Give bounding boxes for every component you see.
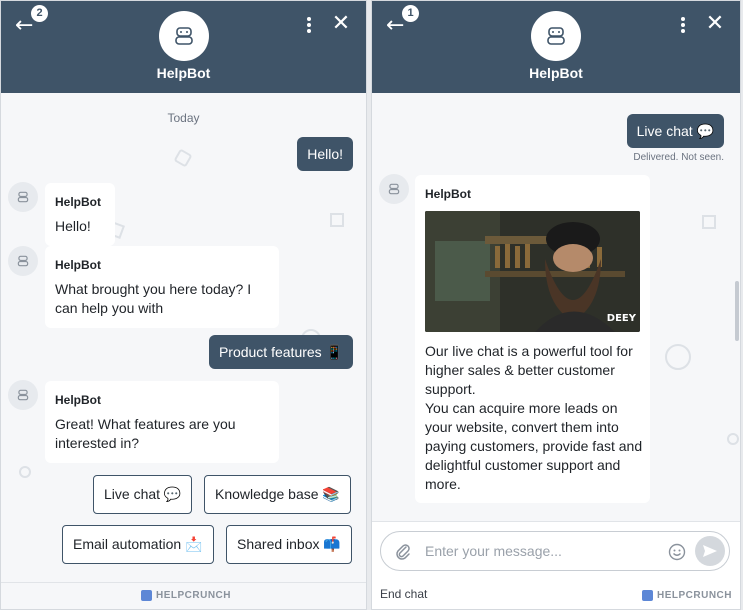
decorative-shape <box>330 213 344 227</box>
bot-name-title: HelpBot <box>529 65 583 81</box>
helpcrunch-logo-icon <box>642 590 653 601</box>
close-icon[interactable]: ✕ <box>330 13 352 35</box>
paperclip-icon[interactable] <box>395 542 411 560</box>
message-text: Hello! <box>55 218 91 234</box>
scrollbar[interactable] <box>735 281 739 341</box>
decorative-shape <box>19 466 31 478</box>
message-sender: HelpBot <box>55 393 101 407</box>
delivery-status: Delivered. Not seen. <box>633 152 724 163</box>
quick-reply-live-chat[interactable]: Live chat 💬 <box>93 475 193 514</box>
quick-reply-email-automation[interactable]: Email automation 📩 <box>62 525 214 564</box>
message-input[interactable] <box>425 540 655 562</box>
chat-header: ← 1 HelpBot ✕ <box>372 1 740 93</box>
bot-icon <box>8 246 38 276</box>
brand-label: HELPCRUNCH <box>156 590 231 601</box>
chat-widget-right: ← 1 HelpBot ✕ Live chat 💬 Delivered. Not… <box>371 0 741 610</box>
bot-icon <box>8 380 38 410</box>
bot-icon <box>547 27 565 45</box>
bot-avatar <box>158 11 209 61</box>
helpcrunch-logo-icon <box>141 590 152 601</box>
bot-message: HelpBot Great! What features are you int… <box>45 381 279 463</box>
message-text: You can acquire more leads on your websi… <box>425 400 643 492</box>
message-text: Our live chat is a powerful tool for hig… <box>425 343 633 397</box>
bot-icon <box>8 182 38 212</box>
more-vertical-icon[interactable] <box>678 15 688 37</box>
bot-message: HelpBot Hello! <box>45 183 115 246</box>
chat-header: ← 2 HelpBot ✕ <box>1 1 366 93</box>
decorative-shape <box>173 148 193 168</box>
gif-watermark: DEEY <box>606 313 636 324</box>
send-button[interactable] <box>695 536 725 566</box>
user-message: Product features 📱 <box>208 335 353 369</box>
message-sender: HelpBot <box>425 187 471 201</box>
message-sender: HelpBot <box>55 195 101 209</box>
chat-widget-left: ← 2 HelpBot ✕ Today Hello! HelpBot Hello… <box>0 0 367 610</box>
unread-badge: 1 <box>402 5 419 22</box>
emoji-icon[interactable] <box>668 543 686 561</box>
message-sender: HelpBot <box>55 258 101 272</box>
more-vertical-icon[interactable] <box>304 15 314 37</box>
unread-badge: 2 <box>31 5 48 22</box>
brand-label: HELPCRUNCH <box>657 590 732 601</box>
close-icon[interactable]: ✕ <box>704 13 726 35</box>
day-separator: Today <box>167 111 200 125</box>
gif-image[interactable]: DEEY <box>425 211 640 332</box>
bot-icon <box>379 174 409 204</box>
helpcrunch-brand[interactable]: HELPCRUNCH <box>642 590 732 601</box>
helpcrunch-brand[interactable]: HELPCRUNCH <box>141 590 231 601</box>
decorative-shape <box>727 433 739 445</box>
bot-message: HelpBot What brought you here today? I c… <box>45 246 279 328</box>
bot-message: HelpBot DEEY Our live chat is a powerful… <box>415 175 650 503</box>
user-message: Live chat 💬 <box>626 114 724 148</box>
message-composer <box>380 531 730 571</box>
message-text: Great! What features are you interested … <box>55 416 236 451</box>
quick-reply-shared-inbox[interactable]: Shared inbox 📫 <box>226 525 352 564</box>
decorative-shape <box>702 215 716 229</box>
end-chat-link[interactable]: End chat <box>380 587 427 601</box>
message-text: What brought you here today? I can help … <box>55 281 252 316</box>
send-icon <box>703 545 717 557</box>
bot-avatar <box>531 11 581 61</box>
bot-name-title: HelpBot <box>156 65 211 81</box>
user-message: Hello! <box>297 137 353 171</box>
bot-icon <box>174 27 193 45</box>
decorative-shape <box>665 344 691 370</box>
message-text-block: Our live chat is a powerful tool for hig… <box>425 342 645 494</box>
quick-reply-knowledge-base[interactable]: Knowledge base 📚 <box>204 475 351 514</box>
